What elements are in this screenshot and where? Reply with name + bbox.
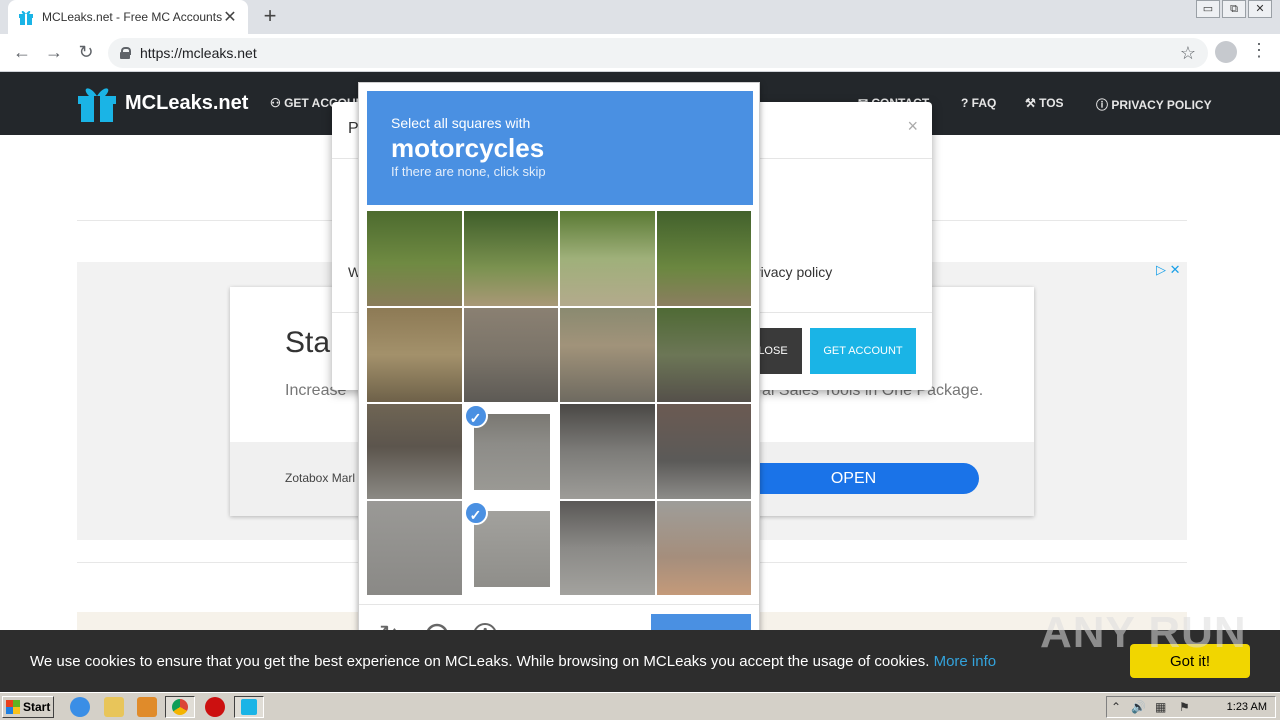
window-close-button[interactable]: ✕ xyxy=(1248,0,1272,18)
captcha-tile-image xyxy=(463,211,558,306)
captcha-tile-image xyxy=(656,211,751,306)
captcha-tile-image xyxy=(560,500,655,595)
chrome-icon xyxy=(172,699,188,715)
captcha-tile[interactable] xyxy=(560,404,655,499)
captcha-tile[interactable] xyxy=(656,500,751,595)
cookie-text: We use cookies to ensure that you get th… xyxy=(30,653,996,670)
captcha-tile[interactable] xyxy=(367,500,462,595)
minimize-button[interactable]: ▭ xyxy=(1196,0,1220,18)
captcha-tile[interactable]: ✓ xyxy=(463,404,558,499)
mcleaks-taskbar-button[interactable] xyxy=(234,696,264,718)
captcha-tile-image xyxy=(463,307,558,402)
nav-faq-label: FAQ xyxy=(971,96,997,110)
captcha-tile-image xyxy=(560,307,655,402)
back-icon[interactable]: ← xyxy=(10,40,34,64)
captcha-tile-image xyxy=(367,211,462,306)
captcha-tile[interactable]: ✓ xyxy=(463,500,558,595)
captcha-tile[interactable] xyxy=(656,307,751,402)
captcha-tile[interactable] xyxy=(463,307,558,402)
nav-tos-label: TOS xyxy=(1039,96,1064,110)
captcha-tile-image xyxy=(367,404,462,499)
window-controls: ▭ ⧉ ✕ xyxy=(1196,0,1272,18)
captcha-tile-image xyxy=(473,510,550,587)
url-text: https://mcleaks.net xyxy=(140,45,257,61)
captcha-tile[interactable] xyxy=(367,307,462,402)
selected-check-icon: ✓ xyxy=(463,404,488,428)
nav-tos[interactable]: ⚒ TOS xyxy=(1025,96,1064,110)
chrome-taskbar-button[interactable] xyxy=(165,696,195,718)
privacy-policy-link[interactable]: rivacy policy xyxy=(756,264,832,280)
captcha-tile[interactable] xyxy=(367,404,462,499)
new-tab-button[interactable]: + xyxy=(258,4,282,28)
ad-brand: Zotabox Marl xyxy=(285,471,356,485)
nav-faq[interactable]: ? FAQ xyxy=(961,96,996,110)
browser-toolbar: ← → ↻ https://mcleaks.net ☆ ⋮ xyxy=(0,34,1280,72)
watermark-logo: ANY RUN xyxy=(1040,608,1247,657)
site-logo[interactable]: MCLeaks.net xyxy=(77,84,248,122)
taskbar: Start ⌃ 🔊 ▦ ⚑ 1:23 AM xyxy=(0,692,1280,720)
captcha-tile-image xyxy=(367,307,462,402)
captcha-tile-image xyxy=(656,500,751,595)
tab-title: MCLeaks.net - Free MC Accounts xyxy=(42,10,222,24)
internet-explorer-icon[interactable] xyxy=(70,697,90,717)
captcha-hint: If there are none, click skip xyxy=(391,164,546,179)
selected-check-icon: ✓ xyxy=(463,500,488,525)
ad-title: Sta xyxy=(285,326,331,359)
captcha-tile[interactable] xyxy=(560,500,655,595)
explorer-folder-icon[interactable] xyxy=(104,697,124,717)
captcha-grid: ✓ ✓ xyxy=(367,211,753,597)
ad-open-button[interactable]: OPEN xyxy=(728,463,979,494)
captcha-tile-image xyxy=(560,211,655,306)
captcha-header: Select all squares with motorcycles If t… xyxy=(367,91,753,205)
captcha-tile-image xyxy=(656,307,751,402)
browser-tab[interactable]: MCLeaks.net - Free MC Accounts ✕ xyxy=(8,0,248,34)
captcha-tile[interactable] xyxy=(463,211,558,306)
address-bar[interactable]: https://mcleaks.net ☆ xyxy=(108,38,1208,68)
gift-icon xyxy=(241,699,257,715)
tray-expand-icon[interactable]: ⌃ xyxy=(1111,700,1121,714)
network-icon[interactable]: ▦ xyxy=(1155,700,1166,714)
logo-text: MCLeaks.net xyxy=(125,91,249,114)
captcha-tile[interactable] xyxy=(560,211,655,306)
lock-icon xyxy=(120,47,131,59)
profile-avatar[interactable] xyxy=(1215,41,1237,63)
more-info-link[interactable]: More info xyxy=(934,653,997,670)
captcha-tile[interactable] xyxy=(367,211,462,306)
captcha-instruction: Select all squares with xyxy=(391,115,531,131)
action-center-flag-icon[interactable]: ⚑ xyxy=(1179,700,1190,714)
start-button[interactable]: Start xyxy=(2,696,54,718)
browser-menu-icon[interactable]: ⋮ xyxy=(1250,40,1268,61)
start-label: Start xyxy=(23,700,51,714)
bookmark-star-icon[interactable]: ☆ xyxy=(1180,43,1196,64)
captcha-tile[interactable] xyxy=(656,404,751,499)
volume-icon[interactable]: 🔊 xyxy=(1131,700,1146,714)
opera-icon[interactable] xyxy=(205,697,225,717)
ad-choices-icon[interactable]: ▷ ✕ xyxy=(1156,262,1181,278)
system-tray: ⌃ 🔊 ▦ ⚑ 1:23 AM xyxy=(1106,696,1276,718)
captcha-tile-image xyxy=(560,404,655,499)
restore-button[interactable]: ⧉ xyxy=(1222,0,1246,18)
modal-close-icon[interactable]: × xyxy=(907,116,918,137)
tab-strip: MCLeaks.net - Free MC Accounts ✕ + ▭ ⧉ ✕ xyxy=(0,0,1280,34)
captcha-tile-image xyxy=(367,500,462,595)
captcha-challenge: Select all squares with motorcycles If t… xyxy=(358,82,760,664)
tab-close-icon[interactable]: ✕ xyxy=(222,7,238,27)
captcha-tile[interactable] xyxy=(560,307,655,402)
clock: 1:23 AM xyxy=(1226,701,1267,713)
nav-privacy[interactable]: ⓘ PRIVACY POLICY xyxy=(1096,96,1212,113)
cookie-message: We use cookies to ensure that you get th… xyxy=(30,653,930,670)
nav-privacy-label: PRIVACY POLICY xyxy=(1111,98,1212,112)
media-player-icon[interactable] xyxy=(137,697,157,717)
windows-flag-icon xyxy=(6,700,20,714)
gift-icon xyxy=(18,9,34,25)
captcha-tile[interactable] xyxy=(656,211,751,306)
captcha-tile-image xyxy=(473,414,550,490)
gift-logo-icon xyxy=(78,88,116,122)
forward-icon[interactable]: → xyxy=(42,40,66,64)
captcha-tile-image xyxy=(656,404,751,499)
get-account-button[interactable]: GET ACCOUNT xyxy=(810,328,916,374)
reload-icon[interactable]: ↻ xyxy=(74,40,98,64)
captcha-target: motorcycles xyxy=(391,133,545,163)
